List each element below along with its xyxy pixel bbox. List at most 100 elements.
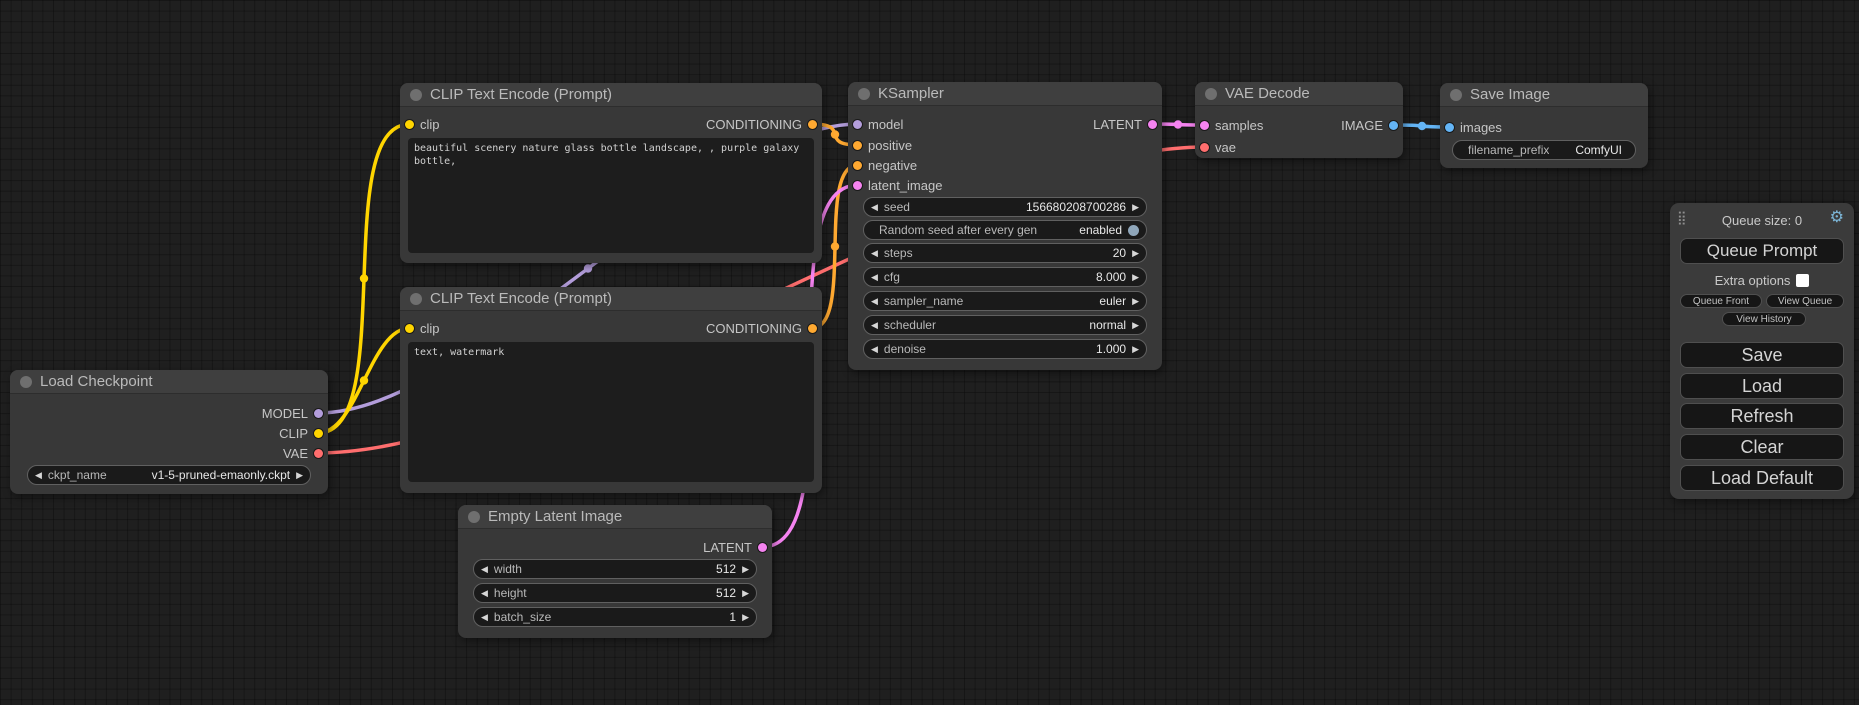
- arrow-right-icon[interactable]: ▶: [1132, 320, 1139, 331]
- collapse-dot-icon[interactable]: [858, 88, 870, 100]
- output-label: IMAGE: [1341, 118, 1383, 133]
- arrow-right-icon[interactable]: ▶: [1132, 202, 1139, 213]
- input-label: negative: [868, 158, 917, 173]
- widget-label: ckpt_name: [48, 468, 107, 482]
- widget-value: 20: [1113, 246, 1126, 260]
- node-ksampler[interactable]: KSampler model LATENT positive negative …: [848, 82, 1162, 370]
- input-port-images[interactable]: [1445, 123, 1454, 132]
- arrow-right-icon[interactable]: ▶: [1132, 344, 1139, 355]
- input-port-negative[interactable]: [853, 161, 862, 170]
- prompt-textarea[interactable]: beautiful scenery nature glass bottle la…: [408, 138, 814, 253]
- node-titlebar[interactable]: CLIP Text Encode (Prompt): [400, 287, 822, 311]
- output-label: CONDITIONING: [706, 321, 802, 336]
- seed-widget[interactable]: ◀ seed 156680208700286 ▶: [863, 197, 1147, 217]
- widget-label: Random seed after every gen: [879, 223, 1037, 237]
- steps-widget[interactable]: ◀ steps 20 ▶: [863, 243, 1147, 263]
- arrow-left-icon[interactable]: ◀: [871, 202, 878, 213]
- load-default-button[interactable]: Load Default: [1680, 465, 1844, 491]
- collapse-dot-icon[interactable]: [1205, 88, 1217, 100]
- clear-button[interactable]: Clear: [1680, 434, 1844, 460]
- arrow-right-icon[interactable]: ▶: [1132, 272, 1139, 283]
- node-titlebar[interactable]: Load Checkpoint: [10, 370, 328, 394]
- arrow-left-icon[interactable]: ◀: [871, 272, 878, 283]
- node-titlebar[interactable]: Empty Latent Image: [458, 505, 772, 529]
- output-port-image[interactable]: [1389, 121, 1398, 130]
- collapse-dot-icon[interactable]: [1450, 89, 1462, 101]
- output-label: CONDITIONING: [706, 117, 802, 132]
- save-button[interactable]: Save: [1680, 342, 1844, 368]
- collapse-dot-icon[interactable]: [410, 89, 422, 101]
- output-port-latent[interactable]: [1148, 120, 1157, 129]
- toggle-knob-icon[interactable]: [1128, 225, 1139, 236]
- node-vae-decode[interactable]: VAE Decode samples IMAGE vae: [1195, 82, 1403, 158]
- arrow-left-icon[interactable]: ◀: [481, 564, 488, 575]
- refresh-button[interactable]: Refresh: [1680, 403, 1844, 429]
- input-port-model[interactable]: [853, 120, 862, 129]
- node-canvas[interactable]: Load Checkpoint MODEL CLIP VAE ◀ ckpt_na…: [0, 0, 1859, 705]
- node-load-checkpoint[interactable]: Load Checkpoint MODEL CLIP VAE ◀ ckpt_na…: [10, 370, 328, 494]
- arrow-right-icon[interactable]: ▶: [296, 470, 303, 481]
- widget-value: normal: [1089, 318, 1126, 332]
- view-history-button[interactable]: View History: [1722, 312, 1806, 326]
- input-port-samples[interactable]: [1200, 121, 1209, 130]
- width-widget[interactable]: ◀ width 512 ▶: [473, 559, 757, 579]
- output-port-model[interactable]: [314, 409, 323, 418]
- view-queue-button[interactable]: View Queue: [1766, 294, 1844, 308]
- output-port-vae[interactable]: [314, 449, 323, 458]
- node-titlebar[interactable]: VAE Decode: [1195, 82, 1403, 106]
- filename-prefix-widget[interactable]: filename_prefix ComfyUI: [1452, 140, 1636, 160]
- node-title: CLIP Text Encode (Prompt): [430, 290, 612, 307]
- output-port-conditioning[interactable]: [808, 324, 817, 333]
- prompt-textarea[interactable]: text, watermark: [408, 342, 814, 482]
- height-widget[interactable]: ◀ height 512 ▶: [473, 583, 757, 603]
- node-clip-text-encode-negative[interactable]: CLIP Text Encode (Prompt) clip CONDITION…: [400, 287, 822, 493]
- input-port-positive[interactable]: [853, 141, 862, 150]
- input-port-latent-image[interactable]: [853, 181, 862, 190]
- arrow-left-icon[interactable]: ◀: [871, 344, 878, 355]
- load-button[interactable]: Load: [1680, 373, 1844, 399]
- widget-label: filename_prefix: [1468, 143, 1549, 157]
- output-label: LATENT: [1093, 117, 1142, 132]
- collapse-dot-icon[interactable]: [410, 293, 422, 305]
- arrow-right-icon[interactable]: ▶: [742, 612, 749, 623]
- queue-prompt-button[interactable]: Queue Prompt: [1680, 238, 1844, 264]
- arrow-right-icon[interactable]: ▶: [1132, 296, 1139, 307]
- arrow-left-icon[interactable]: ◀: [481, 588, 488, 599]
- extra-options-label: Extra options: [1715, 273, 1791, 288]
- output-port-latent[interactable]: [758, 543, 767, 552]
- output-port-clip[interactable]: [314, 429, 323, 438]
- arrow-right-icon[interactable]: ▶: [1132, 248, 1139, 259]
- arrow-left-icon[interactable]: ◀: [871, 296, 878, 307]
- denoise-widget[interactable]: ◀ denoise 1.000 ▶: [863, 339, 1147, 359]
- node-titlebar[interactable]: KSampler: [848, 82, 1162, 106]
- input-label: clip: [420, 117, 440, 132]
- collapse-dot-icon[interactable]: [468, 511, 480, 523]
- extra-options-checkbox[interactable]: [1796, 274, 1809, 287]
- arrow-left-icon[interactable]: ◀: [871, 320, 878, 331]
- input-port-clip[interactable]: [405, 324, 414, 333]
- node-title: Empty Latent Image: [488, 508, 622, 525]
- cfg-widget[interactable]: ◀ cfg 8.000 ▶: [863, 267, 1147, 287]
- batch-size-widget[interactable]: ◀ batch_size 1 ▶: [473, 607, 757, 627]
- node-save-image[interactable]: Save Image images filename_prefix ComfyU…: [1440, 83, 1648, 168]
- arrow-left-icon[interactable]: ◀: [481, 612, 488, 623]
- ckpt-name-widget[interactable]: ◀ ckpt_name v1-5-pruned-emaonly.ckpt ▶: [27, 465, 311, 485]
- sampler-name-widget[interactable]: ◀ sampler_name euler ▶: [863, 291, 1147, 311]
- link-center-dot: [584, 264, 592, 272]
- scheduler-widget[interactable]: ◀ scheduler normal ▶: [863, 315, 1147, 335]
- arrow-right-icon[interactable]: ▶: [742, 564, 749, 575]
- random-seed-toggle-widget[interactable]: Random seed after every gen enabled: [863, 220, 1147, 240]
- queue-front-button[interactable]: Queue Front: [1680, 294, 1762, 308]
- arrow-left-icon[interactable]: ◀: [871, 248, 878, 259]
- node-titlebar[interactable]: Save Image: [1440, 83, 1648, 107]
- collapse-dot-icon[interactable]: [20, 376, 32, 388]
- gear-icon[interactable]: ⚙: [1830, 210, 1844, 226]
- node-clip-text-encode-positive[interactable]: CLIP Text Encode (Prompt) clip CONDITION…: [400, 83, 822, 263]
- input-port-vae[interactable]: [1200, 143, 1209, 152]
- output-port-conditioning[interactable]: [808, 120, 817, 129]
- arrow-left-icon[interactable]: ◀: [35, 470, 42, 481]
- arrow-right-icon[interactable]: ▶: [742, 588, 749, 599]
- input-port-clip[interactable]: [405, 120, 414, 129]
- node-empty-latent-image[interactable]: Empty Latent Image LATENT ◀ width 512 ▶ …: [458, 505, 772, 638]
- node-titlebar[interactable]: CLIP Text Encode (Prompt): [400, 83, 822, 107]
